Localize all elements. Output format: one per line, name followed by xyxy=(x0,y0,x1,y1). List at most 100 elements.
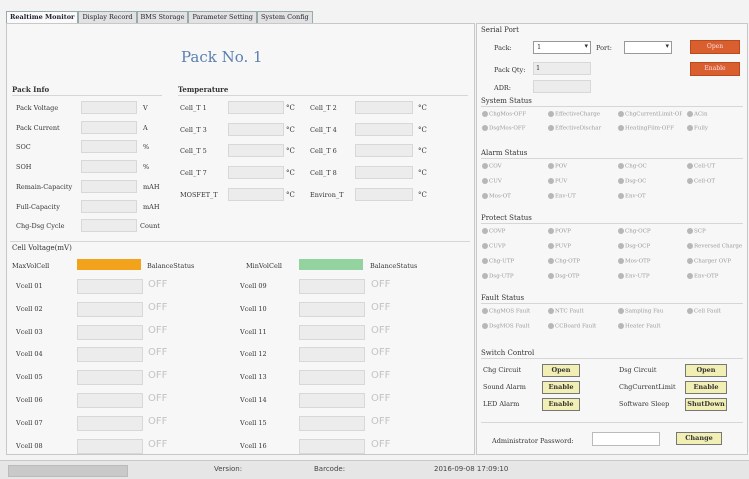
pack-info-value-field xyxy=(81,219,137,233)
divider xyxy=(481,158,743,159)
status-indicator-label: ChgMos-OFF xyxy=(489,111,527,118)
barcode-label: Barcode: xyxy=(314,465,346,473)
status-indicator-label: Chg-OTP xyxy=(555,258,581,265)
open-port-button[interactable]: Open xyxy=(690,40,740,54)
status-indicator: ChgMOS Fault xyxy=(482,308,546,315)
pack-info-label: Remain-Capacity xyxy=(16,182,73,191)
status-indicator: Sampling Fau xyxy=(618,308,682,315)
port-select[interactable]: ▾ xyxy=(624,41,672,54)
balance-status-value: OFF xyxy=(148,279,168,290)
temp-label: Cell_T 4 xyxy=(310,125,337,134)
pack-info-label: Pack Current xyxy=(16,123,60,132)
status-dot-icon xyxy=(548,178,554,184)
switch-control-title: Switch Control xyxy=(481,349,535,357)
tab-display-record[interactable]: Display Record xyxy=(78,11,137,23)
status-indicator: Reversed Charge xyxy=(687,243,749,250)
cell-label: Vcell 14 xyxy=(240,396,267,404)
status-dot-icon xyxy=(482,273,488,279)
temp-value-field xyxy=(355,101,413,114)
status-indicator-label: EffectiveCharge xyxy=(555,111,601,118)
max-vol-cell-label: MaxVolCell xyxy=(12,262,50,270)
status-dot-icon xyxy=(482,163,488,169)
status-indicator-label: Dsg-OCP xyxy=(625,243,651,250)
status-dot-icon xyxy=(687,178,693,184)
switch-button[interactable]: Open xyxy=(542,364,580,377)
status-dot-icon xyxy=(618,308,624,314)
status-indicator-label: DsgMos-OFF xyxy=(489,125,526,132)
pack-label: Pack: xyxy=(494,44,512,52)
pack-select[interactable]: 1 ▾ xyxy=(533,41,591,54)
status-indicator: Chg-UTP xyxy=(482,258,546,265)
divider xyxy=(178,95,468,96)
tab-system-config[interactable]: System Config xyxy=(256,11,313,23)
cell-label: Vcell 16 xyxy=(240,441,267,450)
status-dot-icon xyxy=(618,323,624,329)
pack-info-value-field xyxy=(81,101,137,114)
status-indicator-label: EffectiveDischar xyxy=(555,125,602,132)
chevron-down-icon: ▾ xyxy=(584,42,588,50)
system-status-title: System Status xyxy=(481,97,532,105)
enable-button[interactable]: Enable xyxy=(690,62,740,76)
pack-info-value-field xyxy=(81,120,137,134)
status-dot-icon xyxy=(687,243,693,249)
divider xyxy=(481,106,743,107)
balance-status-value: OFF xyxy=(371,438,391,450)
temp-label: Cell_T 7 xyxy=(180,169,207,178)
port-label: Port: xyxy=(596,44,612,52)
admin-password-label: Administrator Password: xyxy=(492,437,574,445)
status-indicator: Env-OTP xyxy=(687,273,749,280)
switch-button[interactable]: Open xyxy=(685,364,727,377)
status-indicator-label: CUVP xyxy=(489,243,506,250)
switch-label: Dsg Circuit xyxy=(619,366,657,374)
status-indicator: PUV xyxy=(548,178,612,185)
status-indicator: ACin xyxy=(687,111,743,118)
datetime-display: 2016-09-08 17:09:10 xyxy=(434,465,509,473)
status-dot-icon xyxy=(548,163,554,169)
pack-qty-field[interactable]: 1 xyxy=(533,62,591,75)
status-indicator: POV xyxy=(548,163,612,170)
unit-label: mAH xyxy=(143,182,160,191)
status-dot-icon xyxy=(618,163,624,169)
status-indicator-label: Charger OVP xyxy=(694,258,731,265)
divider xyxy=(481,422,743,423)
status-dot-icon xyxy=(548,323,554,329)
status-indicator-label: Cell-OT xyxy=(694,178,716,185)
cell-label: Vcell 04 xyxy=(16,350,43,359)
unit-label: °C xyxy=(286,104,295,112)
cell-label: Vcell 09 xyxy=(240,282,267,290)
status-indicator-label: PUV xyxy=(555,178,568,185)
admin-password-input[interactable] xyxy=(592,432,660,446)
progress-bar xyxy=(8,465,128,477)
status-dot-icon xyxy=(687,308,693,314)
status-indicator-label: COVP xyxy=(489,228,506,235)
cell-voltage-title: Cell Voltage(mV) xyxy=(12,244,72,252)
switch-button[interactable]: Enable xyxy=(542,381,580,394)
status-indicator-label: ACin xyxy=(694,111,708,118)
adr-field[interactable] xyxy=(533,80,591,93)
unit-label: °C xyxy=(418,104,427,112)
adr-label: ADR: xyxy=(494,84,511,92)
status-dot-icon xyxy=(548,228,554,234)
unit-label: °C xyxy=(286,125,295,134)
cell-voltage-field xyxy=(299,301,365,317)
status-indicator: COVP xyxy=(482,228,546,235)
divider xyxy=(481,223,743,224)
switch-button[interactable]: ShutDown xyxy=(685,398,727,411)
balance-status-value: OFF xyxy=(148,393,168,404)
cell-voltage-field xyxy=(77,324,143,340)
balance-status-value: OFF xyxy=(148,438,168,450)
tab-parameter-setting[interactable]: Parameter Setting xyxy=(188,11,257,23)
tab-bms-storage[interactable]: BMS Storage xyxy=(136,11,189,23)
switch-button[interactable]: Enable xyxy=(542,398,580,411)
pack-info-value-field xyxy=(81,199,137,213)
change-button[interactable]: Change xyxy=(676,432,722,445)
status-dot-icon xyxy=(618,125,624,131)
status-indicator-label: Chg-OCP xyxy=(625,228,651,235)
switch-button[interactable]: Enable xyxy=(685,381,727,394)
status-dot-icon xyxy=(618,111,624,117)
status-dot-icon xyxy=(618,243,624,249)
status-dot-icon xyxy=(482,228,488,234)
status-indicator-label: ChgMOS Fault xyxy=(489,308,531,315)
balance-status-label: BalanceStatus xyxy=(370,262,418,270)
cell-label: Vcell 06 xyxy=(16,396,43,404)
